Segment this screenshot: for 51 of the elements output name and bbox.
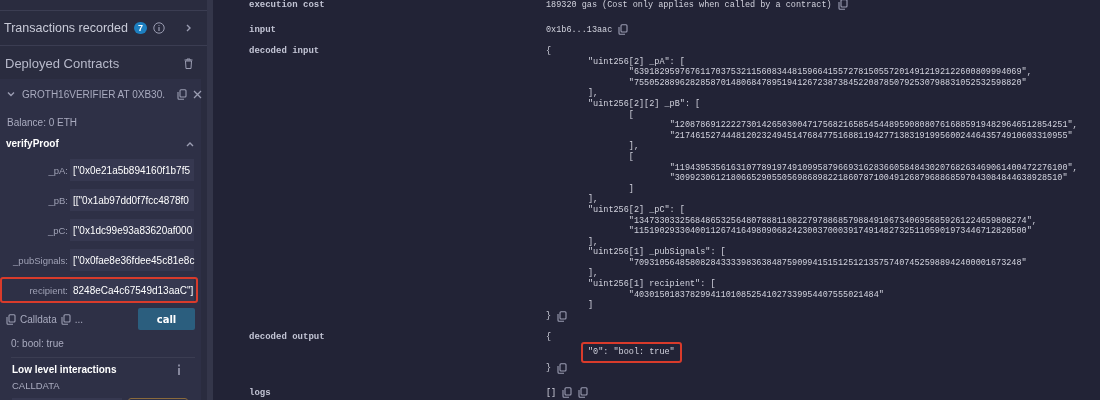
code-text: "uint256[2] _pA": [ "6391829597676117037532115608344815966415572781505572014912192122600809994069", "7550528896282858701480684789519412672387384522087850792530798831052532598820" ], "uint256[2][2] _pB": [ [ "12087869122227301426503004717568216585454489590808076168859194829646512854251", "21746152744481202324945147684775168811942771383191995600244643574910603310955" ], [ "11943953561631077891974910995879669316283660584843020768263469061400472276100", "3099230612180665290550569868982218607871004912687968868597043084844638928510" ] ], "uint256[2] _pC": [ "13473303325684865325648078881108227978868579884910673406956859261224659808274", "11519029330400112674164980906824230037000391749148273251105901973446712820500" ], "uint256[1] _pubSignals": [ "7093105648580828433339836384875909941515125121357574074525988942400001673248" ], "uint256[1] recipient": [ "403015018378299411010852541027339954407555021484" ] [588, 56, 1079, 311]
function-name: verifyProof [6, 138, 59, 149]
detail-value: [] [546, 388, 557, 399]
code-brace: { [546, 331, 553, 343]
param-label: _pC: [46, 224, 69, 236]
result-text: 0: bool: true [11, 338, 195, 358]
detail-value: 189320 gas (Cost only applies when called by a contract) [546, 0, 832, 10]
info-icon[interactable] [152, 22, 165, 34]
param-input[interactable]: [["0x1ab97dd0f7fcc4878f0 [70, 189, 194, 211]
calldata-label[interactable]: Calldata [20, 313, 57, 325]
copy-icon[interactable] [618, 24, 629, 35]
param-label: recipient: [28, 284, 69, 296]
copy-icon[interactable] [177, 88, 187, 100]
count-badge: 7 [133, 22, 147, 34]
param-input[interactable]: ["0x0fae8e36fdee45c81e8c [70, 249, 194, 271]
param-label: _pubSignals: [12, 254, 69, 266]
param-input[interactable]: ["0x0e21a5b894160f1b7f5 [70, 159, 194, 181]
copy-icon[interactable] [6, 313, 16, 325]
call-button[interactable]: call [138, 308, 195, 330]
trash-icon[interactable] [184, 58, 193, 69]
copy-icon[interactable] [837, 0, 848, 10]
more-label[interactable]: ... [74, 313, 84, 325]
info-icon[interactable] [177, 364, 181, 375]
copy-icon[interactable] [562, 387, 573, 399]
detail-label: execution cost [249, 0, 326, 12]
detail-label: logs [249, 388, 272, 399]
close-icon[interactable] [193, 89, 202, 99]
code-brace: } [546, 311, 552, 322]
code-text: "0": "bool: true" [588, 347, 675, 359]
detail-label: input [249, 25, 277, 37]
balance-text: Balance: 0 ETH [7, 117, 79, 128]
section-title: Deployed Contracts [5, 56, 120, 71]
calldata-label: CALLDATA [11, 379, 61, 393]
chevron-down-icon[interactable] [6, 89, 16, 99]
chevron-right-icon[interactable] [185, 23, 193, 33]
detail-value: 0x1b6...13aac [546, 25, 613, 35]
param-label: _pB: [47, 194, 69, 206]
copy-icon[interactable] [60, 313, 71, 325]
param-input[interactable]: ["0x1dc99e93a83620af000 [70, 219, 194, 241]
copy-icon[interactable] [557, 310, 568, 322]
param-input[interactable]: 8248eCa4c67549d13aaC"] [70, 279, 194, 301]
copy-icon[interactable] [578, 387, 589, 399]
code-brace: { [546, 46, 553, 57]
detail-label: decoded input [249, 46, 321, 58]
section-title: Low level interactions [12, 364, 117, 375]
detail-label: decoded output [249, 331, 326, 344]
contract-name: GROTH16VERIFIER AT 0XB30. [22, 88, 165, 100]
code-brace: } [546, 363, 552, 374]
param-label: _pA: [47, 164, 69, 176]
section-title[interactable]: Transactions recorded [4, 21, 128, 35]
copy-icon[interactable] [557, 363, 568, 375]
